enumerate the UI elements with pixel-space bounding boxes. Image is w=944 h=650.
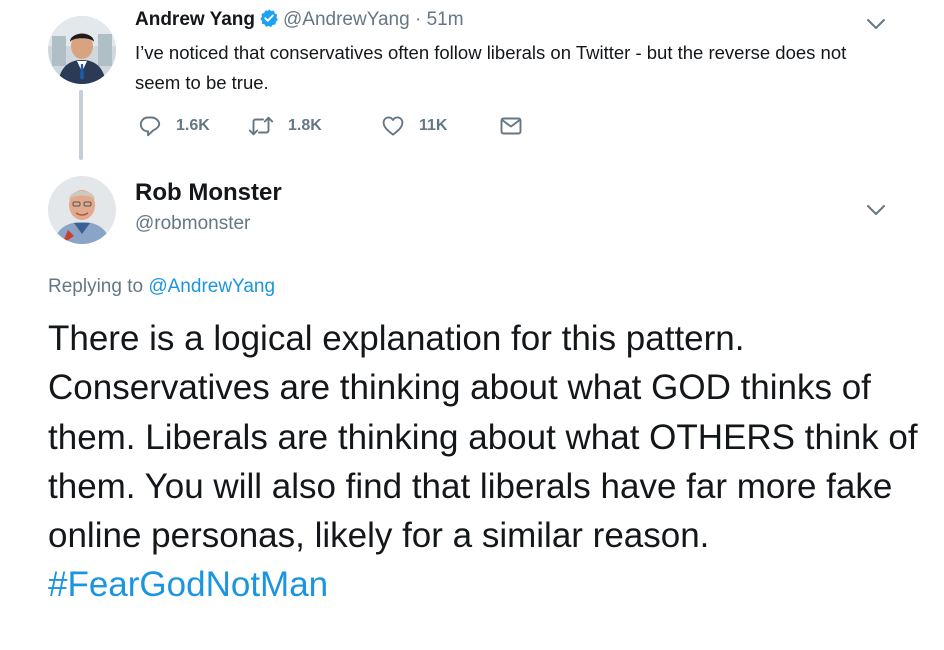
tweet1-handle[interactable]: @AndrewYang bbox=[283, 9, 410, 30]
thread-connector-line bbox=[79, 90, 83, 160]
chevron-down-icon[interactable] bbox=[866, 204, 886, 216]
tweet2-handle[interactable]: @robmonster bbox=[135, 212, 250, 236]
replying-to-label: Replying to bbox=[48, 276, 144, 297]
reply-icon bbox=[139, 116, 161, 137]
like-count: 11K bbox=[419, 117, 448, 134]
reply-count: 1.6K bbox=[176, 117, 210, 134]
like-button[interactable]: 11K bbox=[381, 112, 447, 140]
avatar-rob-monster[interactable] bbox=[48, 176, 116, 244]
tweet1-header: Andrew Yang @AndrewYang · 51m bbox=[135, 8, 464, 35]
heart-icon bbox=[382, 116, 404, 136]
tweet1-separator: · bbox=[414, 9, 422, 30]
replying-to-mention-link[interactable]: @AndrewYang bbox=[148, 276, 275, 297]
replying-to-line: Replying to @AndrewYang bbox=[48, 274, 275, 300]
tweet2-author-name[interactable]: Rob Monster bbox=[135, 178, 282, 208]
verified-badge-icon bbox=[259, 8, 279, 35]
tweet2-text: There is a logical explanation for this … bbox=[48, 314, 928, 610]
chevron-down-icon[interactable] bbox=[866, 18, 886, 30]
avatar-andrew-yang[interactable] bbox=[48, 16, 116, 84]
retweet-icon bbox=[248, 116, 274, 136]
retweet-count: 1.8K bbox=[288, 117, 322, 134]
tweet1-timestamp[interactable]: 51m bbox=[427, 9, 464, 30]
tweet1-author-name[interactable]: Andrew Yang bbox=[135, 9, 255, 30]
reply-button[interactable]: 1.6K bbox=[138, 112, 210, 140]
retweet-button[interactable]: 1.8K bbox=[248, 112, 322, 140]
direct-message-button[interactable] bbox=[499, 112, 523, 140]
hashtag-link[interactable]: #FearGodNotMan bbox=[48, 565, 328, 604]
tweet1-text: I’ve noticed that conservatives often fo… bbox=[135, 42, 847, 93]
envelope-icon bbox=[500, 117, 522, 135]
tweet2-body: There is a logical explanation for this … bbox=[48, 319, 918, 556]
